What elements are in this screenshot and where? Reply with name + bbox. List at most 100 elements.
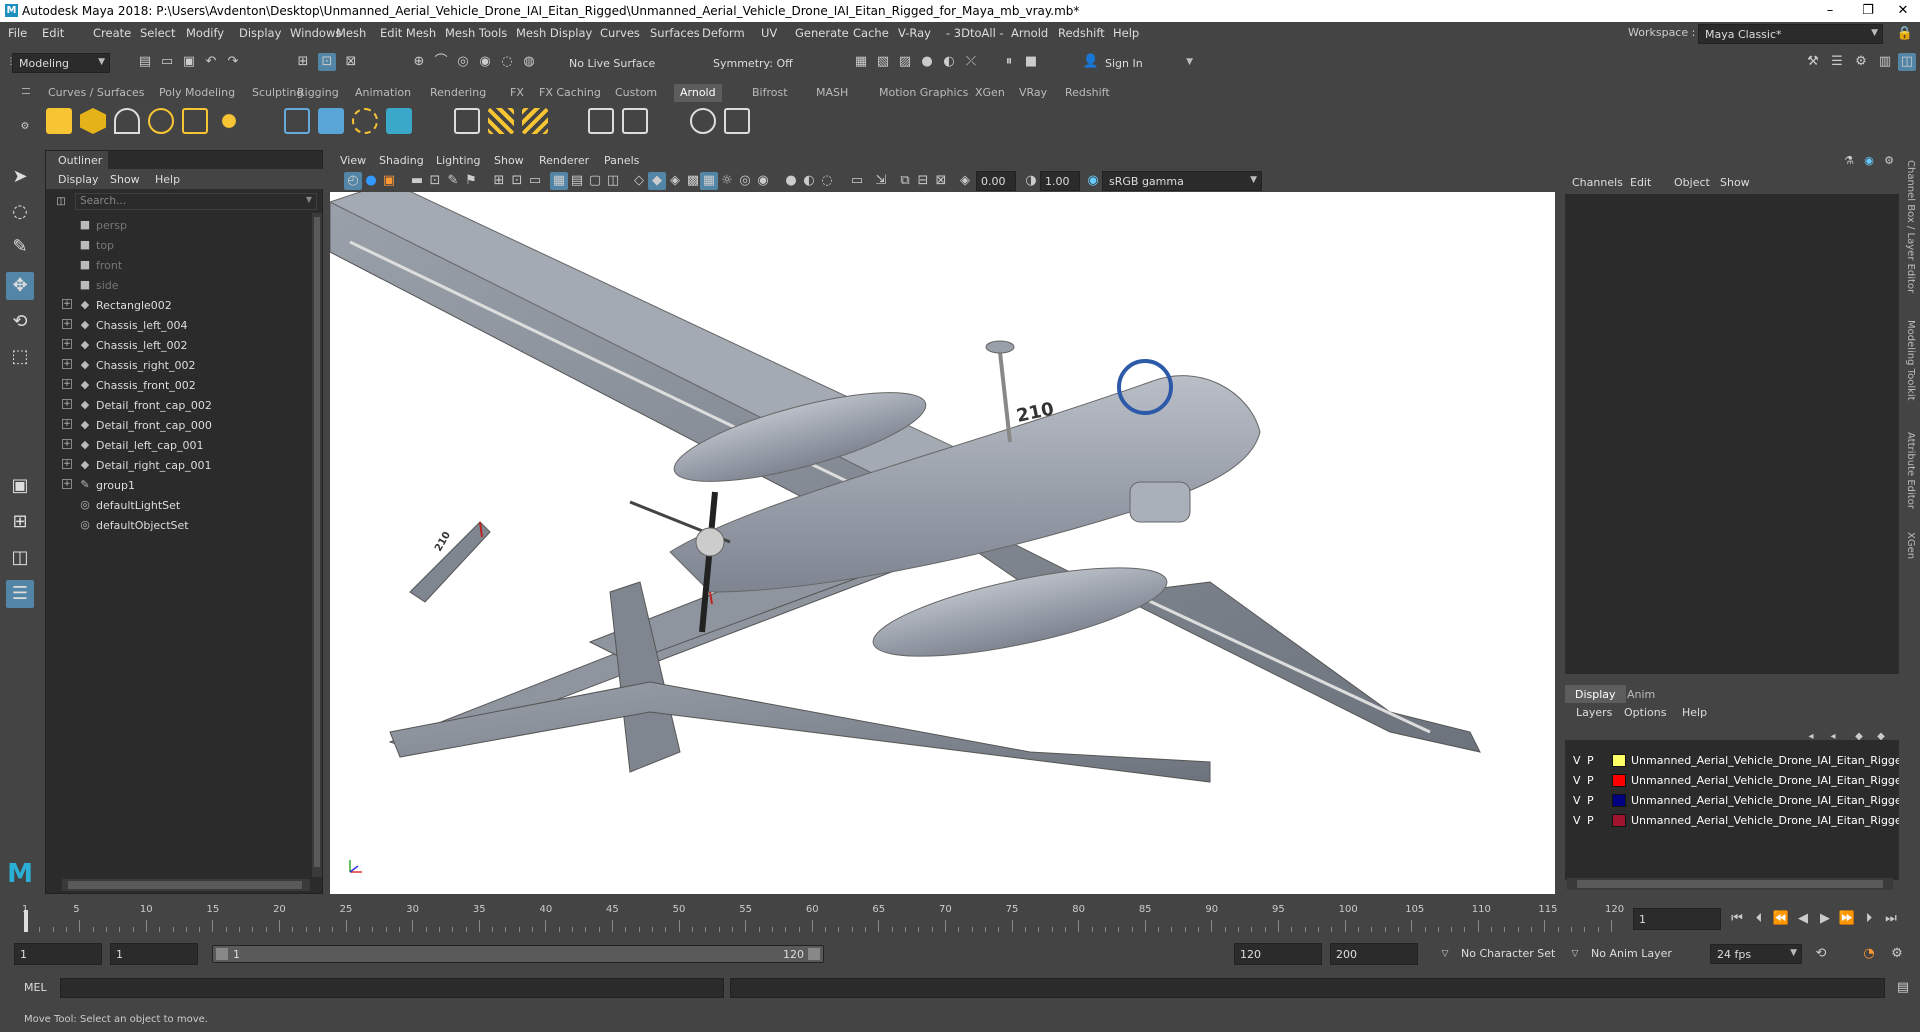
- use-all-lights-icon[interactable]: ▦: [700, 172, 718, 190]
- layer-playback-toggle[interactable]: P: [1587, 774, 1594, 787]
- character-set-dropdown[interactable]: No Character Set: [1454, 943, 1564, 965]
- tool-settings-icon[interactable]: ⚙: [1852, 53, 1870, 71]
- physical-sky-icon[interactable]: [216, 108, 242, 134]
- menu-edit-mesh[interactable]: Edit Mesh: [380, 26, 436, 40]
- go-to-end-icon[interactable]: ⏭: [1882, 910, 1900, 928]
- safe-action-icon[interactable]: ▢: [586, 172, 604, 190]
- hypershade-icon[interactable]: ●: [918, 53, 936, 71]
- layer-row[interactable]: V P Unmanned_Aerial_Vehicle_Drone_IAI_Eita…: [1565, 792, 1899, 810]
- layer-color-swatch[interactable]: [1612, 774, 1626, 787]
- range-slider[interactable]: 1 120: [212, 945, 824, 963]
- hud-icon[interactable]: ⊟: [914, 172, 932, 190]
- outliner-item[interactable]: + ◆ Chassis_front_002: [62, 377, 302, 395]
- play-backwards-icon[interactable]: ◀: [1794, 910, 1812, 928]
- outliner-search-input[interactable]: Search... ▼: [75, 193, 317, 210]
- shelf-tab-mash[interactable]: MASH: [810, 84, 854, 102]
- frame-selection-icon[interactable]: ⊠: [932, 172, 950, 190]
- layer-color-swatch[interactable]: [1612, 754, 1626, 767]
- side-tab-channel-box-layer-editor[interactable]: Channel Box / Layer Editor: [1905, 160, 1916, 293]
- layer-editor-icon[interactable]: ◫: [1898, 53, 1916, 71]
- rotate-tool-icon[interactable]: ⟲: [6, 308, 34, 336]
- viewport-menu-renderer[interactable]: Renderer: [539, 154, 589, 167]
- channel-box-menu-show[interactable]: Show: [1720, 176, 1750, 189]
- fps-dropdown[interactable]: 24 fps ▼: [1710, 944, 1802, 964]
- command-language-label[interactable]: MEL: [24, 981, 47, 994]
- expand-icon[interactable]: +: [62, 379, 72, 389]
- single-perspective-layout-icon[interactable]: ▣: [6, 472, 34, 500]
- outliner-hscroll-thumb[interactable]: [68, 881, 302, 889]
- ambient-occlusion-icon[interactable]: ◎: [736, 172, 754, 190]
- layer-visibility-toggle[interactable]: V: [1573, 754, 1581, 767]
- snap-point-icon[interactable]: ◎: [454, 53, 472, 71]
- menu-display[interactable]: Display: [239, 26, 281, 40]
- layer-color-swatch[interactable]: [1612, 794, 1626, 807]
- undo-icon[interactable]: ↶: [202, 53, 220, 71]
- menu-arnold[interactable]: Arnold: [1011, 26, 1048, 40]
- layer-menu-help[interactable]: Help: [1682, 706, 1707, 719]
- outliner-item[interactable]: + ◆ Detail_right_cap_001: [62, 457, 302, 475]
- expand-icon[interactable]: +: [62, 439, 72, 449]
- select-hierarchy-icon[interactable]: ⊞: [294, 53, 312, 71]
- viewport-menu-lighting[interactable]: Lighting: [436, 154, 480, 167]
- outliner-item[interactable]: + ◆ Chassis_left_002: [62, 337, 302, 355]
- select-component-icon[interactable]: ⊠: [342, 53, 360, 71]
- layer-visibility-toggle[interactable]: V: [1573, 774, 1581, 787]
- workspace-dropdown[interactable]: Maya Classic* ▼: [1698, 24, 1883, 44]
- wireframe-icon[interactable]: ◇: [630, 172, 648, 190]
- snap-view-icon[interactable]: ◉: [476, 53, 494, 71]
- safe-title-icon[interactable]: ◫: [604, 172, 622, 190]
- channel-box-menu-edit[interactable]: Edit: [1630, 176, 1651, 189]
- stop-icon[interactable]: ■: [1022, 53, 1040, 71]
- shelf-tab-rendering[interactable]: Rendering: [424, 84, 492, 102]
- four-view-layout-icon[interactable]: ⊞: [6, 508, 34, 536]
- layer-row[interactable]: V P Unmanned_Aerial_Vehicle_Drone_IAI_Eita…: [1565, 812, 1899, 830]
- 2d-pan-icon[interactable]: ⊡: [426, 172, 444, 190]
- scale-tool-icon[interactable]: ⬚: [6, 343, 34, 371]
- layer-visibility-toggle[interactable]: V: [1573, 814, 1581, 827]
- tx-manager-icon[interactable]: [522, 108, 548, 134]
- menu-curves[interactable]: Curves: [600, 26, 640, 40]
- layer-playback-toggle[interactable]: P: [1587, 794, 1594, 807]
- gamma-icon[interactable]: ◑: [1022, 172, 1040, 190]
- snap-grid-icon[interactable]: ⊕: [410, 53, 428, 71]
- close-icon[interactable]: ✕: [1893, 3, 1913, 18]
- live-surface-field[interactable]: No Live Surface: [562, 53, 662, 73]
- shelf-tab-poly-modeling[interactable]: Poly Modeling: [153, 84, 241, 102]
- isolate-select-icon[interactable]: ◌: [818, 172, 836, 190]
- snap-curve-icon[interactable]: ⌒: [432, 53, 450, 71]
- outliner-item[interactable]: + ◆ Chassis_left_004: [62, 317, 302, 335]
- save-scene-icon[interactable]: ▣: [180, 53, 198, 71]
- color-space-dropdown[interactable]: sRGB gamma ▼: [1102, 171, 1262, 191]
- layer-menu-options[interactable]: Options: [1624, 706, 1666, 719]
- menu-mesh-tools[interactable]: Mesh Tools: [445, 26, 507, 40]
- shelf-tab-custom[interactable]: Custom: [609, 84, 663, 102]
- film-gate-icon[interactable]: ⊡: [508, 172, 526, 190]
- render-settings-icon[interactable]: ▨: [896, 53, 914, 71]
- grid-toggle-icon[interactable]: ⊞: [490, 172, 508, 190]
- paint-select-tool-icon[interactable]: ✎: [6, 233, 34, 261]
- outliner-item[interactable]: + ✎ group1: [62, 477, 302, 495]
- shelf-tab-arnold[interactable]: Arnold: [674, 84, 722, 102]
- lock-icon[interactable]: 🔒: [1896, 25, 1914, 43]
- outliner-tab[interactable]: Outliner: [46, 151, 108, 169]
- side-tab-xgen[interactable]: XGen: [1905, 532, 1916, 559]
- outliner-item[interactable]: ■ persp: [62, 217, 302, 235]
- depth-of-field-icon[interactable]: ◐: [800, 172, 818, 190]
- animation-start-field[interactable]: 1: [14, 943, 102, 965]
- shelf-tab-xgen[interactable]: XGen: [969, 84, 1011, 102]
- layer-menu-layers[interactable]: Layers: [1576, 706, 1612, 719]
- color-management-icon[interactable]: ◉: [1084, 172, 1102, 190]
- outliner-item[interactable]: ■ side: [62, 277, 302, 295]
- open-scene-icon[interactable]: ▭: [158, 53, 176, 71]
- resolution-gate-icon[interactable]: ▭: [526, 172, 544, 190]
- loop-icon[interactable]: ⟲: [1812, 945, 1830, 963]
- sign-in-button[interactable]: Sign In ▼: [1098, 53, 1198, 73]
- viewport-menu-view[interactable]: View: [340, 154, 366, 167]
- area-light-icon[interactable]: [46, 108, 72, 134]
- drone-model[interactable]: 210 210: [330, 192, 1555, 894]
- smooth-shade-icon[interactable]: ◆: [648, 172, 666, 190]
- new-scene-icon[interactable]: ▤: [136, 53, 154, 71]
- modeling-toolkit-icon[interactable]: ⚒: [1804, 53, 1822, 71]
- channel-box-icon[interactable]: ▥: [1876, 53, 1894, 71]
- exposure-field[interactable]: 0.00: [976, 171, 1016, 191]
